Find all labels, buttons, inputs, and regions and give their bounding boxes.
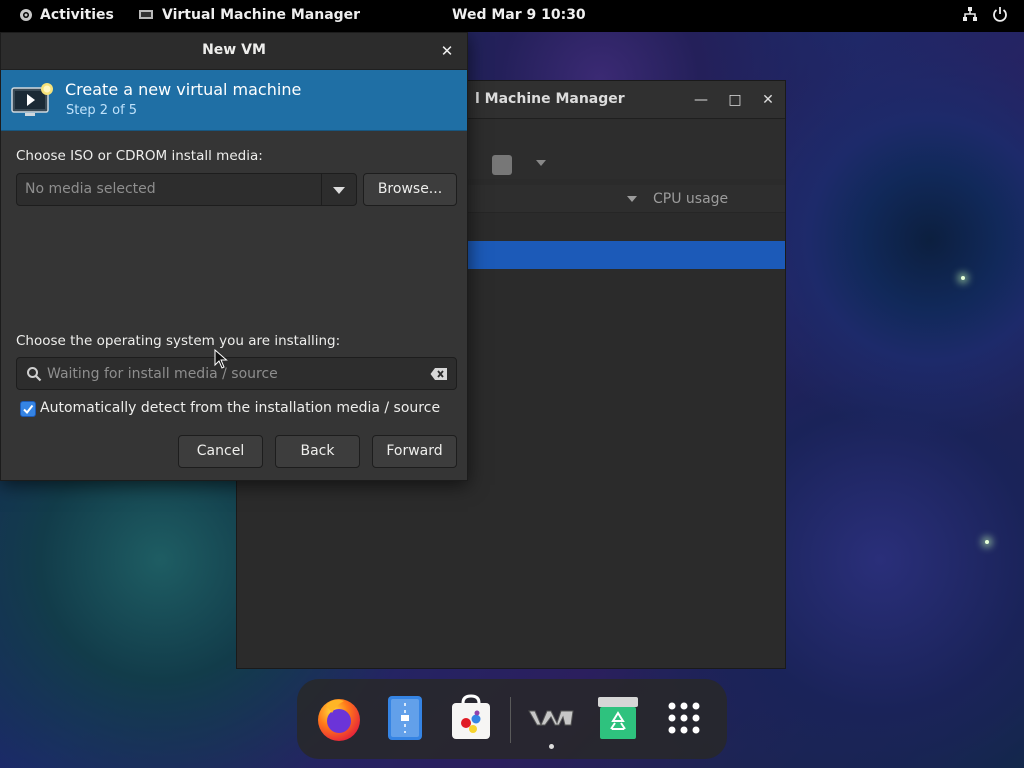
minimize-icon[interactable]: — [691, 90, 711, 110]
dash-dock [297, 679, 727, 759]
new-vm-icon [11, 83, 53, 116]
cancel-button[interactable]: Cancel [178, 435, 263, 468]
firefox-icon[interactable] [314, 693, 364, 743]
activities-button[interactable]: Activities [18, 7, 114, 23]
app-name: Virtual Machine Manager [162, 7, 361, 23]
app-menu[interactable]: Virtual Machine Manager [138, 7, 360, 23]
maximize-icon[interactable]: □ [725, 90, 745, 110]
step-indicator: Step 2 of 5 [66, 103, 138, 118]
banner-heading: Create a new virtual machine [65, 80, 302, 99]
os-label: Choose the operating system you are inst… [16, 333, 341, 349]
virt-manager-icon[interactable] [526, 693, 576, 743]
recycle-bin-icon[interactable] [593, 693, 643, 743]
wallpaper-star [961, 276, 965, 280]
forward-button[interactable]: Forward [372, 435, 457, 468]
media-label: Choose ISO or CDROM install media: [16, 148, 263, 164]
app-grid-icon[interactable] [659, 693, 709, 743]
top-bar: Activities Virtual Machine Manager Wed M… [0, 0, 1024, 32]
close-icon[interactable]: ✕ [437, 41, 457, 61]
clock[interactable]: Wed Mar 9 10:30 [452, 7, 586, 23]
install-media-value: No media selected [25, 181, 156, 197]
autodetect-label[interactable]: Automatically detect from the installati… [40, 400, 440, 416]
activities-label: Activities [40, 7, 114, 23]
distro-logo-icon [20, 9, 32, 21]
back-button[interactable]: Back [275, 435, 360, 468]
network-icon[interactable] [962, 6, 978, 22]
checkmark-icon [23, 404, 34, 415]
install-media-combo[interactable]: No media selected [16, 173, 357, 206]
column-cpu-usage[interactable]: CPU usage [653, 191, 728, 207]
os-search-input[interactable] [47, 362, 417, 386]
text-editor-icon[interactable] [380, 693, 430, 743]
chevron-down-icon[interactable] [536, 160, 546, 166]
dock-separator [510, 697, 511, 743]
new-vm-dialog: New VM ✕ Create a new virtual machine St… [0, 32, 468, 481]
dialog-titlebar: New VM ✕ [1, 33, 467, 70]
software-store-icon[interactable] [446, 693, 496, 743]
close-icon[interactable]: ✕ [758, 90, 778, 110]
browse-button[interactable]: Browse... [363, 173, 457, 206]
system-tray[interactable] [962, 6, 1008, 22]
wallpaper-star [985, 540, 989, 544]
sort-arrow-icon[interactable] [627, 196, 637, 202]
power-icon[interactable] [992, 6, 1008, 22]
open-console-button[interactable] [492, 155, 512, 175]
vmm-window-title: l Machine Manager [475, 91, 625, 107]
search-icon [27, 367, 42, 382]
autodetect-checkbox[interactable] [20, 401, 36, 417]
running-indicator [549, 744, 554, 749]
clear-text-icon[interactable] [430, 367, 448, 381]
os-search-field[interactable] [16, 357, 457, 390]
virt-manager-icon [139, 10, 153, 19]
mouse-pointer-icon [214, 349, 228, 369]
wizard-banner: Create a new virtual machine Step 2 of 5 [1, 70, 467, 131]
combo-divider [321, 174, 322, 205]
dialog-title: New VM [202, 42, 266, 58]
chevron-down-icon[interactable] [333, 187, 345, 194]
